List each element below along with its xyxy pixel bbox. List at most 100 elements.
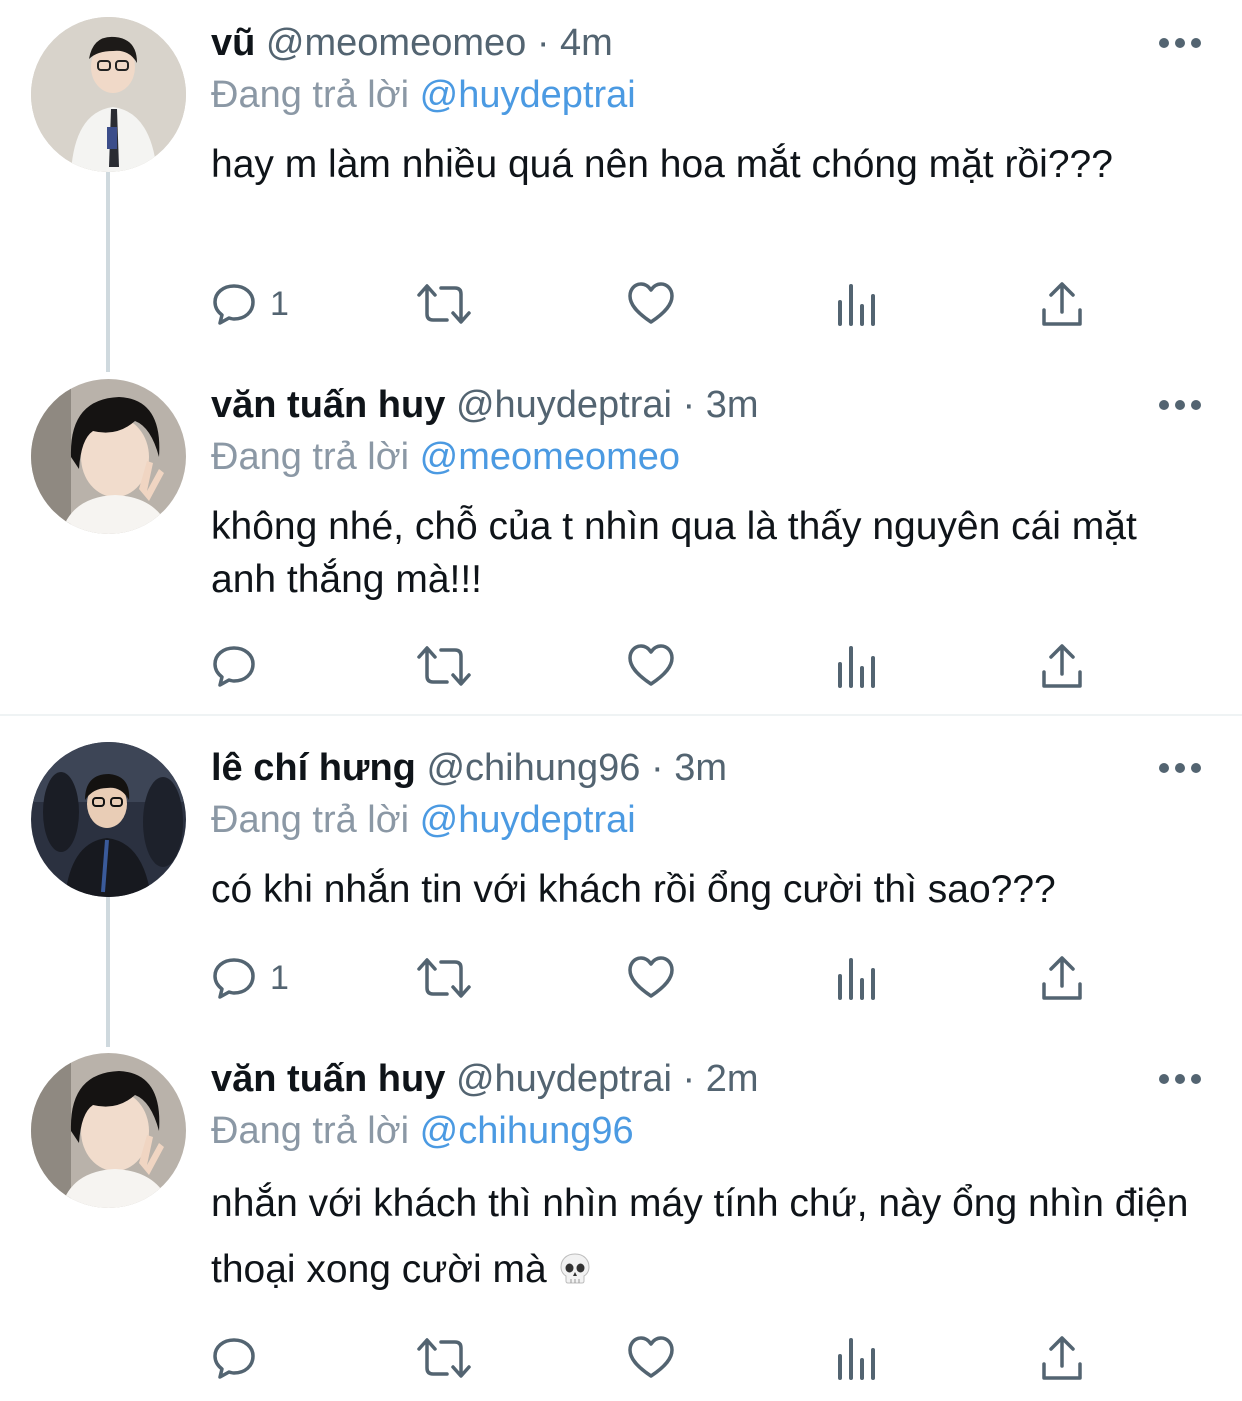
replying-prefix: Đang trả lời	[211, 436, 410, 478]
replying-to: Đang trả lời @huydeptrai	[211, 70, 636, 120]
like-button[interactable]	[626, 1333, 676, 1383]
tweet-header: văn tuấn huy @huydeptrai · 2m	[211, 1054, 759, 1104]
mention-link[interactable]: @huydeptrai	[420, 74, 636, 116]
replying-to: Đang trả lời @chihung96	[211, 1106, 634, 1156]
replying-to: Đang trả lời @meomeomeo	[211, 432, 680, 482]
retweet-icon	[417, 284, 471, 324]
retweet-button[interactable]	[415, 953, 473, 1003]
avatar[interactable]	[31, 1053, 186, 1208]
retweet-button[interactable]	[415, 279, 473, 329]
views-icon	[838, 284, 875, 326]
reply-icon	[213, 646, 255, 687]
like-icon	[628, 956, 674, 998]
more-button[interactable]	[1158, 1072, 1202, 1086]
display-name[interactable]: vũ	[211, 22, 255, 64]
views-button[interactable]	[835, 953, 879, 1003]
share-icon	[1042, 282, 1082, 326]
reply-count: 1	[270, 284, 289, 323]
reply-button[interactable]: 1	[210, 953, 289, 1003]
tweet-header: vũ @meomeomeo · 4m	[211, 18, 613, 68]
replying-prefix: Đang trả lời	[211, 1110, 410, 1152]
replying-prefix: Đang trả lời	[211, 799, 410, 841]
tweet[interactable]: văn tuấn huy @huydeptrai · 2m Đang trả l…	[0, 1053, 1242, 1393]
views-icon	[838, 1338, 875, 1380]
reply-button[interactable]	[210, 1333, 270, 1383]
share-icon	[1042, 1336, 1082, 1380]
mention-link[interactable]: @chihung96	[420, 1110, 634, 1152]
retweet-button[interactable]	[415, 641, 473, 691]
display-name[interactable]: lê chí hưng	[211, 747, 416, 789]
action-bar	[210, 1333, 1110, 1383]
more-icon	[1159, 763, 1201, 773]
like-button[interactable]	[626, 953, 676, 1003]
like-icon	[628, 644, 674, 686]
separator: ·	[536, 22, 550, 64]
more-button[interactable]	[1158, 761, 1202, 775]
views-icon	[838, 958, 875, 1000]
more-icon	[1159, 38, 1201, 48]
timestamp[interactable]: 3m	[706, 384, 759, 426]
share-button[interactable]	[1040, 953, 1084, 1003]
separator: ·	[650, 747, 664, 789]
avatar[interactable]	[31, 379, 186, 534]
conversation-divider	[0, 714, 1242, 716]
reply-icon	[213, 284, 255, 325]
tweet[interactable]: vũ @meomeomeo · 4m Đang trả lời @huydept…	[0, 17, 1242, 337]
mention-link[interactable]: @huydeptrai	[420, 799, 636, 841]
handle[interactable]: @meomeomeo	[266, 22, 526, 64]
share-icon	[1042, 956, 1082, 1000]
timestamp[interactable]: 4m	[560, 22, 613, 64]
display-name[interactable]: văn tuấn huy	[211, 1058, 445, 1100]
more-icon	[1159, 400, 1201, 410]
tweet-text: hay m làm nhiều quá nên hoa mắt chóng mặ…	[211, 143, 1113, 186]
display-name[interactable]: văn tuấn huy	[211, 384, 445, 426]
separator: ·	[682, 384, 696, 426]
action-bar: 1	[210, 953, 1110, 1003]
retweet-icon	[417, 646, 471, 686]
mention-link[interactable]: @meomeomeo	[420, 436, 680, 478]
views-button[interactable]	[835, 1333, 879, 1383]
handle[interactable]: @huydeptrai	[456, 1058, 672, 1100]
reply-icon	[213, 958, 255, 999]
retweet-button[interactable]	[415, 1333, 473, 1383]
handle[interactable]: @chihung96	[426, 747, 640, 789]
share-button[interactable]	[1040, 641, 1084, 691]
more-icon	[1159, 1074, 1201, 1084]
like-button[interactable]	[626, 279, 676, 329]
tweet[interactable]: lê chí hưng @chihung96 · 3m Đang trả lời…	[0, 742, 1242, 1032]
views-icon	[838, 646, 875, 688]
like-button[interactable]	[626, 641, 676, 691]
share-icon	[1042, 644, 1082, 688]
share-button[interactable]	[1040, 1333, 1084, 1383]
action-bar: 1	[210, 279, 1110, 329]
action-bar	[210, 641, 1110, 691]
reply-count: 1	[270, 958, 289, 997]
tweet[interactable]: văn tuấn huy @huydeptrai · 3m Đang trả l…	[0, 379, 1242, 699]
tweet-text-content: nhắn với khách thì nhìn máy tính chứ, nà…	[211, 1182, 1189, 1291]
handle[interactable]: @huydeptrai	[456, 384, 672, 426]
like-icon	[628, 282, 674, 324]
retweet-icon	[417, 958, 471, 998]
reply-icon	[213, 1338, 255, 1379]
tweet-text: nhắn với khách thì nhìn máy tính chứ, nà…	[211, 1171, 1201, 1303]
views-button[interactable]	[835, 641, 879, 691]
tweet-text: không nhé, chỗ của t nhìn qua là thấy ng…	[211, 505, 1137, 601]
share-button[interactable]	[1040, 279, 1084, 329]
reply-button[interactable]: 1	[210, 279, 289, 329]
timestamp[interactable]: 2m	[706, 1058, 759, 1100]
separator: ·	[682, 1058, 696, 1100]
retweet-icon	[417, 1338, 471, 1378]
tweet-text: có khi nhắn tin với khách rồi ổng cười t…	[211, 868, 1056, 911]
avatar[interactable]	[31, 742, 186, 897]
replying-to: Đang trả lời @huydeptrai	[211, 795, 636, 845]
timestamp[interactable]: 3m	[674, 747, 727, 789]
avatar[interactable]	[31, 17, 186, 172]
tweet-header: văn tuấn huy @huydeptrai · 3m	[211, 380, 759, 430]
views-button[interactable]	[835, 279, 879, 329]
more-button[interactable]	[1158, 36, 1202, 50]
replying-prefix: Đang trả lời	[211, 74, 410, 116]
reply-button[interactable]	[210, 641, 270, 691]
skull-emoji	[560, 1253, 590, 1284]
tweet-header: lê chí hưng @chihung96 · 3m	[211, 743, 727, 793]
more-button[interactable]	[1158, 398, 1202, 412]
